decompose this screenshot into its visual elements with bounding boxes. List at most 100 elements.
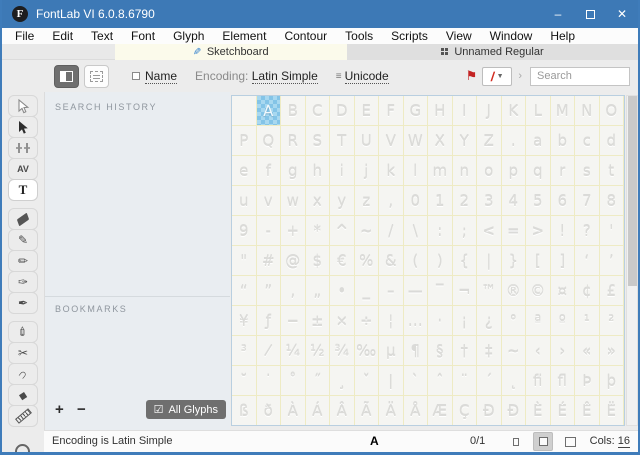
glyph-cell[interactable]: 8 (600, 186, 625, 216)
pen-tool[interactable]: ✒ (8, 292, 38, 314)
glyph-cell[interactable]: P (232, 126, 257, 156)
menu-item-scripts[interactable]: Scripts (382, 28, 437, 44)
glyph-cell[interactable]: ¡ (453, 306, 478, 336)
glyph-cell[interactable]: Ð (477, 396, 502, 426)
glyph-cell[interactable]: ¨ (453, 366, 478, 396)
name-toggle[interactable]: Name (132, 69, 177, 84)
glyph-cell[interactable]: 2 (453, 186, 478, 216)
glyph-cell[interactable]: } (502, 246, 527, 276)
glyph-cell[interactable]: _ (355, 276, 380, 306)
glyph-cell[interactable]: C (306, 96, 331, 126)
glyph-cell[interactable]: " (232, 246, 257, 276)
kerning-tool[interactable]: AV (8, 158, 38, 180)
glyph-cell[interactable]: ﬁ (526, 366, 551, 396)
glyph-cell[interactable]: › (551, 336, 576, 366)
glyph-cell[interactable]: Æ (428, 396, 453, 426)
add-bookmark-button[interactable]: + (55, 401, 77, 418)
list-view-toggle-button[interactable] (84, 65, 109, 88)
glyph-cell[interactable]: E (355, 96, 380, 126)
remove-bookmark-button[interactable]: − (77, 401, 99, 418)
glyph-cell[interactable]: ½ (306, 336, 331, 366)
magnet-tool[interactable]: ∩ (8, 363, 38, 385)
eraser-tool[interactable] (8, 208, 38, 230)
glyph-cell[interactable]: € (330, 246, 355, 276)
glyph-cell[interactable]: k (379, 156, 404, 186)
glyph-cell[interactable]: V (379, 126, 404, 156)
glyph-cell[interactable]: È (526, 396, 551, 426)
glyph-cell[interactable]: W (404, 126, 429, 156)
glyph-cell[interactable]: e (232, 156, 257, 186)
glyph-cell[interactable]: ² (600, 306, 625, 336)
menu-item-window[interactable]: Window (481, 28, 542, 44)
glyph-cell[interactable]: § (428, 336, 453, 366)
glyph-cell[interactable]: ” (257, 276, 282, 306)
glyph-cell[interactable]: ¼ (281, 336, 306, 366)
glyph-cell[interactable]: . (502, 126, 527, 156)
glyph-cell[interactable]: ´ (477, 366, 502, 396)
glyph-cell[interactable]: £ (600, 276, 625, 306)
glyph-cell[interactable]: # (257, 246, 282, 276)
glyph-cell[interactable]: Ç (453, 396, 478, 426)
metrics-tool[interactable] (8, 137, 38, 159)
glyph-cell[interactable]: x (306, 186, 331, 216)
glyph-cell[interactable]: J (477, 96, 502, 126)
glyph-cell[interactable]: y (330, 186, 355, 216)
glyph-cell[interactable]: c (575, 126, 600, 156)
glyph-cell[interactable]: ' (600, 216, 625, 246)
glyph-cell[interactable]: S (306, 126, 331, 156)
glyph-cell[interactable]: ˙ (257, 366, 282, 396)
glyph-cell[interactable]: × (330, 306, 355, 336)
glyph-cell[interactable]: ~ (355, 216, 380, 246)
glyph-cell[interactable]: ^ (330, 216, 355, 246)
all-glyphs-button[interactable]: ☑ All Glyphs (146, 400, 226, 419)
glyph-cell[interactable]: ¬ (453, 276, 478, 306)
measure-tool[interactable] (8, 405, 38, 427)
mark-color-dropdown[interactable]: / ▼ (482, 67, 512, 86)
glyph-cell[interactable]: ‡ (477, 336, 502, 366)
glyph-cell[interactable]: Ä (379, 396, 404, 426)
glyph-cell[interactable]: ³ (232, 336, 257, 366)
cell-size-large-button[interactable] (560, 432, 580, 451)
glyph-cell[interactable]: ! (551, 216, 576, 246)
scrollbar-thumb[interactable] (628, 96, 637, 286)
glyph-cell[interactable]: A (257, 96, 282, 126)
zoom-tool[interactable] (15, 444, 30, 452)
glyph-cell[interactable]: t (600, 156, 625, 186)
glyph-cell[interactable]: s (575, 156, 600, 186)
glyph-cell[interactable]: p (502, 156, 527, 186)
glyph-cell[interactable]: Þ (575, 366, 600, 396)
glyph-cell[interactable]: ± (306, 306, 331, 336)
knife-tool[interactable]: ✐ (8, 321, 38, 343)
glyph-cell[interactable]: ` (404, 366, 429, 396)
glyph-cell[interactable]: Á (306, 396, 331, 426)
glyph-cell[interactable]: Ê (575, 396, 600, 426)
glyph-cell[interactable]: Ã (355, 396, 380, 426)
glyph-cell[interactable]: ¤ (551, 276, 576, 306)
menu-item-glyph[interactable]: Glyph (164, 28, 213, 44)
glyph-cell[interactable]: = (502, 216, 527, 246)
menu-item-edit[interactable]: Edit (43, 28, 82, 44)
glyph-cell[interactable]: , (379, 186, 404, 216)
fill-tool[interactable]: ◆ (8, 384, 38, 406)
encoding-selector[interactable]: Encoding: Latin Simple (195, 69, 318, 84)
pencil-tool[interactable]: ✏ (8, 250, 38, 272)
glyph-cell[interactable]: h (306, 156, 331, 186)
glyph-cell[interactable]: 9 (232, 216, 257, 246)
glyph-cell[interactable]: Y (453, 126, 478, 156)
glyph-cell[interactable]: ˚ (281, 366, 306, 396)
glyph-cell[interactable]: ˇ (355, 366, 380, 396)
glyph-cell[interactable]: { (453, 246, 478, 276)
glyph-cell[interactable]: T (330, 126, 355, 156)
brush-tool[interactable]: ✎ (8, 229, 38, 251)
glyph-cell[interactable]: M (551, 96, 576, 126)
glyph-cell[interactable]: ǀ (379, 366, 404, 396)
glyph-cell[interactable]: u (232, 186, 257, 216)
glyph-cell[interactable]: B (281, 96, 306, 126)
glyph-cell[interactable]: „ (306, 276, 331, 306)
cell-size-small-button[interactable] (506, 432, 526, 451)
panel-view-toggle-button[interactable] (54, 65, 79, 88)
glyph-cell[interactable]: n (453, 156, 478, 186)
glyph-cell[interactable]: ° (502, 306, 527, 336)
glyph-cell[interactable]: K (502, 96, 527, 126)
glyph-cell[interactable]: ? (575, 216, 600, 246)
